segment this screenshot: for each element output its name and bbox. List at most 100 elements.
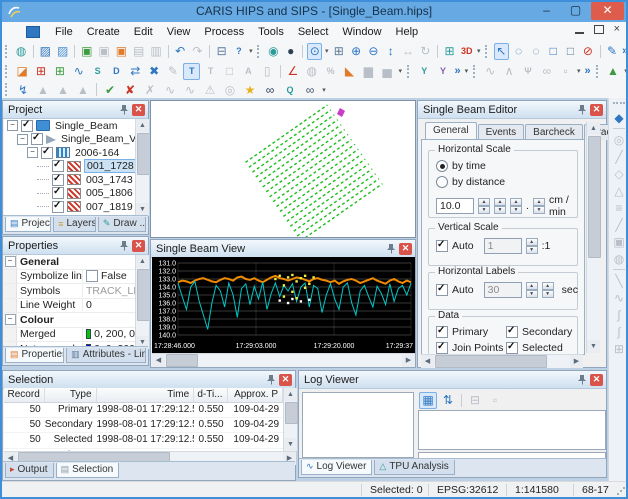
image-export-icon[interactable]: ▣: [79, 43, 94, 60]
print-log-icon[interactable]: ⊟: [466, 392, 484, 409]
close-panel-icon[interactable]: ✕: [590, 373, 603, 386]
menu-help[interactable]: Help: [389, 24, 426, 40]
toolbar-overflow-chevron[interactable]: »: [452, 65, 462, 77]
profile-icon[interactable]: ◆: [611, 109, 628, 126]
3d-view-icon[interactable]: 3D: [459, 43, 474, 60]
editor-hscrollbar[interactable]: ◀ ▶: [421, 354, 583, 368]
night-globe-icon[interactable]: ●: [283, 43, 298, 60]
tree-checkbox[interactable]: [21, 119, 33, 132]
scroll-thumb[interactable]: [166, 354, 198, 367]
survey-trackline[interactable]: [258, 124, 342, 183]
column-header-record[interactable]: Record: [4, 388, 45, 402]
hscale-value-input[interactable]: 10.0: [436, 198, 475, 214]
interp1-icon[interactable]: ∿: [161, 81, 179, 98]
wave-icon[interactable]: ∿: [70, 63, 87, 80]
hscale-spinner-4[interactable]: ▲ ▼: [532, 198, 545, 214]
close-tool-icon[interactable]: ✖: [146, 63, 163, 80]
survey-trackline[interactable]: [269, 138, 352, 198]
open-project-icon[interactable]: ▨: [38, 43, 53, 60]
hscale-spinner-1[interactable]: ▲ ▼: [478, 198, 491, 214]
single-beam-chart[interactable]: 131.0132.0133.0134.0135.0136.0137.0138.0…: [152, 257, 415, 353]
range-icon[interactable]: ↕: [383, 43, 398, 60]
session-icon[interactable]: ◍: [14, 43, 29, 60]
reject-sub-icon[interactable]: ✗: [141, 81, 159, 98]
pencil-gray-icon[interactable]: ✎: [165, 63, 182, 80]
menu-edit[interactable]: Edit: [127, 24, 160, 40]
add-layer-icon[interactable]: ⊞: [51, 63, 68, 80]
accept-icon[interactable]: ✔: [101, 81, 119, 98]
single-beam-view-header[interactable]: Single Beam View ✕: [151, 240, 415, 258]
menu-window[interactable]: Window: [335, 24, 388, 40]
info-icon[interactable]: ◎: [221, 81, 239, 98]
by-distance-radio[interactable]: [436, 176, 448, 188]
toolbar-handle[interactable]: [257, 44, 262, 58]
preview-log-icon[interactable]: ▫: [486, 392, 504, 409]
line-tool-icon[interactable]: ╱: [611, 148, 628, 165]
chart2-icon[interactable]: ▅: [379, 63, 396, 80]
selection-vscrollbar[interactable]: ▲ ▼: [283, 388, 298, 451]
scroll-right-icon[interactable]: ▶: [570, 355, 583, 368]
mdi-restore-icon[interactable]: [593, 25, 604, 34]
svp-icon[interactable]: ∠: [285, 63, 302, 80]
survey-trackline[interactable]: [262, 129, 346, 188]
map-view[interactable]: [151, 101, 415, 242]
tab-barcheck[interactable]: Barcheck: [525, 124, 583, 140]
project-panel-header[interactable]: Project ✕: [3, 101, 148, 119]
scroll-up-icon[interactable]: ▲: [587, 122, 600, 135]
resize-grip[interactable]: [617, 485, 625, 495]
tree-item-single-beam[interactable]: − Single_Beam: [4, 119, 135, 133]
tree-checkbox[interactable]: [52, 159, 64, 173]
tree-item-003-1743[interactable]: 003_1743: [4, 173, 135, 187]
close-panel-icon[interactable]: ✕: [279, 373, 292, 386]
survey-trackline[interactable]: [293, 173, 377, 232]
toolbar-handle[interactable]: [473, 64, 478, 78]
selected-checkbox[interactable]: [506, 341, 518, 354]
curve2-icon[interactable]: ∫: [611, 306, 628, 323]
scroll-thumb[interactable]: [435, 355, 547, 368]
column-header-time[interactable]: Time: [97, 388, 195, 402]
print-icon[interactable]: ⊟: [214, 43, 229, 60]
tide-icon[interactable]: T: [183, 62, 201, 80]
survey-trackline[interactable]: [248, 109, 332, 168]
critique3-icon[interactable]: ▲: [74, 81, 92, 98]
menu-file[interactable]: File: [48, 24, 80, 40]
table-row[interactable]: 50Secondary1998-08-01 17:29:12.5000.550 1…: [4, 418, 283, 434]
property-value[interactable]: TRACK_LINE: [83, 285, 135, 297]
pin-icon[interactable]: [386, 243, 397, 254]
redo-icon[interactable]: ↷: [190, 43, 205, 60]
grid-globe-icon[interactable]: ⊞: [442, 43, 457, 60]
flag-icon[interactable]: ★: [241, 81, 259, 98]
pin-icon[interactable]: [119, 240, 130, 251]
scurve-icon[interactable]: S: [89, 63, 106, 80]
overflow-caret-icon[interactable]: ▾: [463, 67, 470, 75]
tree-item-2006-164[interactable]: − 2006-164: [4, 146, 135, 160]
log-category-list[interactable]: [302, 392, 414, 458]
select-rect-icon[interactable]: □: [546, 43, 561, 60]
primary-checkbox[interactable]: [436, 325, 448, 338]
survey-trackline[interactable]: [286, 163, 370, 222]
edit-line-icon[interactable]: ✎: [604, 43, 619, 60]
property-row-merged[interactable]: Merged 0, 200, 0: [4, 327, 135, 342]
sbv-hscrollbar[interactable]: ◀ ▶: [152, 353, 415, 367]
mdi-close-icon[interactable]: ×: [614, 24, 620, 35]
property-value[interactable]: 0, 200, 0: [83, 328, 135, 340]
circle-tool-icon[interactable]: ◎: [611, 131, 628, 148]
warning-icon[interactable]: ⚠: [201, 81, 219, 98]
overflow-caret-icon[interactable]: ▾: [622, 67, 628, 75]
tree-checkbox[interactable]: [52, 200, 64, 213]
tree-item-single-beam-vessel-e[interactable]: − Single_Beam_Vessel_E: [4, 132, 135, 147]
polygon-tool-icon[interactable]: ◇: [611, 165, 628, 182]
pin-icon[interactable]: [577, 104, 588, 115]
close-panel-icon[interactable]: ✕: [399, 242, 412, 255]
scroll-up-icon[interactable]: ▲: [136, 119, 149, 132]
properties-panel-header[interactable]: Properties ✕: [3, 237, 148, 255]
column-header-d-ti[interactable]: d-Ti...: [194, 388, 228, 402]
by-time-radio[interactable]: [436, 160, 448, 172]
filter-check-icon[interactable]: Y: [416, 63, 433, 80]
pan-icon[interactable]: ↔: [400, 43, 415, 60]
search-icon[interactable]: Q: [281, 81, 299, 98]
sphere-icon[interactable]: ◍: [303, 63, 320, 80]
attitude-icon[interactable]: A: [240, 63, 257, 80]
scroll-thumb[interactable]: [285, 402, 298, 424]
image-orange-icon[interactable]: ▣: [114, 43, 129, 60]
